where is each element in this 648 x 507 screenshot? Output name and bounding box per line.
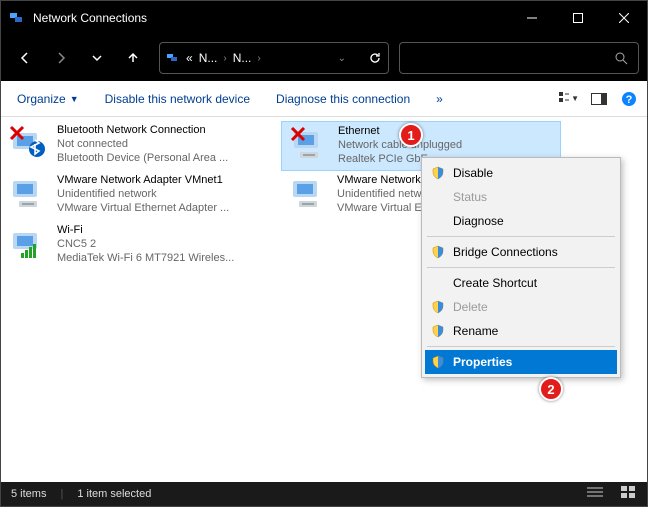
more-commands-button[interactable]: » [428, 88, 451, 110]
details-view-icon[interactable] [587, 486, 603, 502]
connection-status: Unidentified network [57, 187, 273, 201]
breadcrumb-segment[interactable]: N... [199, 51, 218, 65]
diagnose-connection-button[interactable]: Diagnose this connection [268, 88, 418, 110]
address-icon [166, 51, 180, 65]
status-item-count: 5 items [11, 488, 46, 500]
nav-up-button[interactable] [117, 42, 149, 74]
menu-item-rename[interactable]: Rename [425, 319, 617, 343]
nav-forward-button[interactable] [45, 42, 77, 74]
connection-item[interactable]: Wi-FiCNC5 2MediaTek Wi-Fi 6 MT7921 Wirel… [1, 221, 281, 271]
nav-recent-button[interactable] [81, 42, 113, 74]
svg-text:?: ? [626, 94, 633, 106]
connection-status: CNC5 2 [57, 237, 273, 251]
menu-item-label: Delete [453, 300, 488, 314]
menu-item-label: Disable [453, 166, 493, 180]
content-area: Bluetooth Network ConnectionNot connecte… [1, 117, 647, 482]
annotation-callout: 1 [399, 123, 423, 147]
connection-device: MediaTek Wi-Fi 6 MT7921 Wireles... [57, 251, 273, 265]
window-title: Network Connections [33, 11, 147, 25]
connection-icon [9, 223, 49, 263]
menu-item-label: Create Shortcut [453, 276, 537, 290]
shield-icon [431, 355, 445, 369]
connection-name: Ethernet [338, 124, 552, 138]
menu-item-label: Diagnose [453, 214, 504, 228]
shield-icon [431, 245, 445, 259]
menu-item-disable[interactable]: Disable [425, 161, 617, 185]
minimize-button[interactable] [509, 1, 555, 35]
connection-item[interactable]: Bluetooth Network ConnectionNot connecte… [1, 121, 281, 171]
help-button[interactable]: ? [619, 89, 639, 109]
shield-icon [431, 300, 445, 314]
annotation-callout: 2 [539, 377, 563, 401]
large-icons-view-icon[interactable] [621, 486, 637, 502]
connection-status: Network cable unplugged [338, 138, 552, 152]
chevron-right-icon: › [257, 53, 260, 64]
menu-item-label: Properties [453, 355, 512, 369]
connection-icon [9, 173, 49, 213]
menu-item-bridge-connections[interactable]: Bridge Connections [425, 240, 617, 264]
menu-item-status: Status [425, 185, 617, 209]
status-selection: 1 item selected [77, 488, 151, 500]
command-bar: Organize▼ Disable this network device Di… [1, 81, 647, 117]
disable-device-button[interactable]: Disable this network device [97, 88, 258, 110]
nav-back-button[interactable] [9, 42, 41, 74]
menu-item-label: Bridge Connections [453, 245, 558, 259]
menu-item-label: Rename [453, 324, 498, 338]
refresh-icon[interactable] [368, 51, 382, 65]
chevron-down-icon: ▼ [70, 94, 79, 104]
address-bar[interactable]: « N... › N... › ⌄ [159, 42, 389, 74]
connection-item[interactable]: VMware Network Adapter VMnet1Unidentifie… [1, 171, 281, 221]
app-icon [9, 10, 25, 26]
window: Network Connections « N... › N... › ⌄ Or… [0, 0, 648, 507]
maximize-button[interactable] [555, 1, 601, 35]
organize-button[interactable]: Organize▼ [9, 88, 87, 110]
connection-icon [290, 124, 330, 164]
connection-name: Wi-Fi [57, 223, 273, 237]
connection-status: Not connected [57, 137, 273, 151]
menu-item-create-shortcut[interactable]: Create Shortcut [425, 271, 617, 295]
chevron-down-icon[interactable]: ⌄ [338, 53, 346, 64]
connection-icon [9, 123, 49, 163]
search-icon [614, 51, 628, 65]
titlebar: Network Connections [1, 1, 647, 35]
connection-device: VMware Virtual Ethernet Adapter ... [57, 201, 273, 215]
context-menu: Disable Status Diagnose Bridge Connections C… [421, 157, 621, 378]
menu-separator [427, 236, 615, 237]
chevron-right-icon: › [223, 53, 226, 64]
menu-item-diagnose[interactable]: Diagnose [425, 209, 617, 233]
shield-icon [431, 166, 445, 180]
search-input[interactable] [399, 42, 639, 74]
menu-item-delete: Delete [425, 295, 617, 319]
status-bar: 5 items | 1 item selected [1, 482, 647, 506]
menu-item-label: Status [453, 190, 487, 204]
close-button[interactable] [601, 1, 647, 35]
menu-separator [427, 267, 615, 268]
nav-row: « N... › N... › ⌄ [1, 35, 647, 81]
breadcrumb-segment[interactable]: N... [233, 51, 252, 65]
preview-pane-button[interactable] [589, 89, 609, 109]
connection-icon [289, 173, 329, 213]
connection-name: VMware Network Adapter VMnet1 [57, 173, 273, 187]
connection-name: Bluetooth Network Connection [57, 123, 273, 137]
menu-item-properties[interactable]: Properties [425, 350, 617, 374]
view-options-button[interactable]: ▼ [559, 89, 579, 109]
shield-icon [431, 324, 445, 338]
menu-separator [427, 346, 615, 347]
connection-device: Bluetooth Device (Personal Area ... [57, 151, 273, 165]
